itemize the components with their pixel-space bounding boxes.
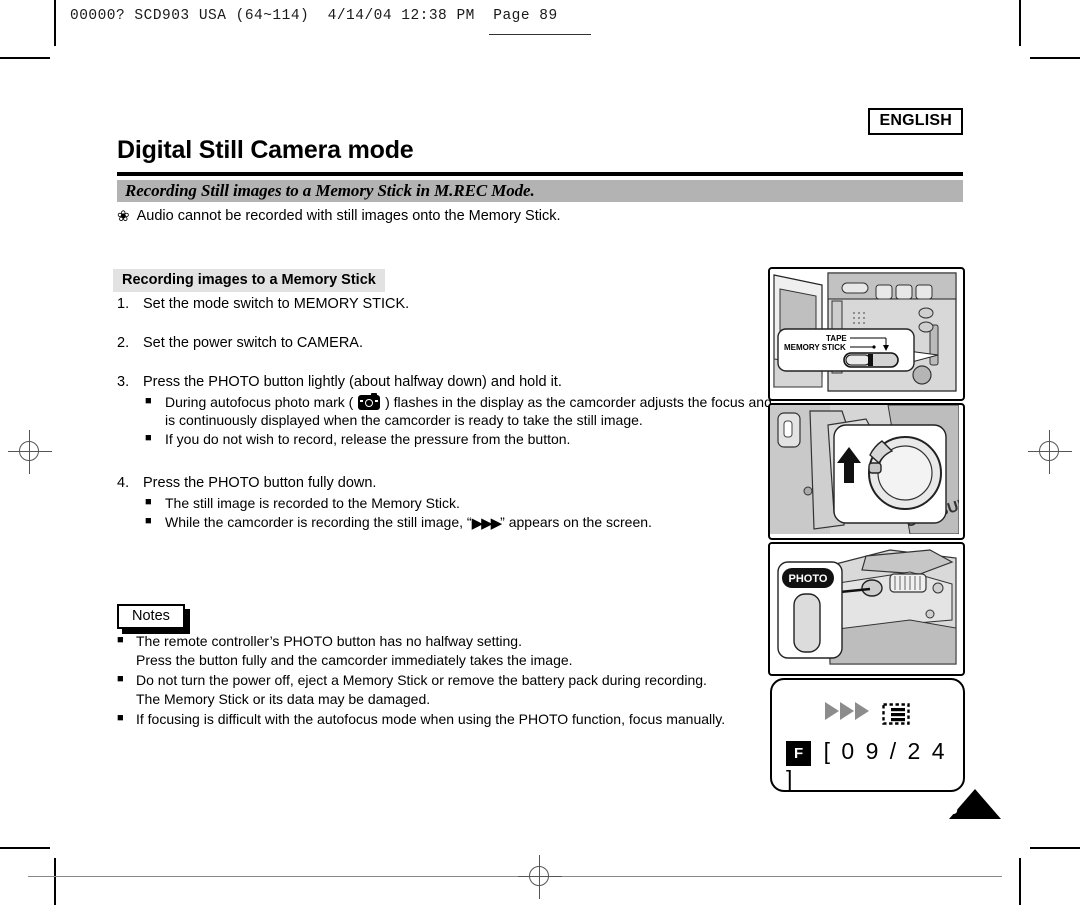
notes-heading: Notes: [117, 604, 190, 634]
play-arrow-icon-3: [854, 702, 869, 720]
procedure-steps: 1. Set the mode switch to MEMORY STICK. …: [117, 296, 777, 534]
list-item: ■ While the camcorder is recording the s…: [145, 513, 777, 534]
step-3-number: 3.: [117, 374, 130, 390]
step-2-text: Set the power switch to CAMERA.: [143, 335, 363, 351]
printed-page: 00000? SCD903 USA (64~114) 4/14/04 12:38…: [0, 0, 1080, 905]
step-4-sub-1: The still image is recorded to the Memor…: [165, 495, 460, 512]
list-item: ■ The remote controller’s PHOTO button h…: [117, 632, 772, 670]
language-badge: ENGLISH: [868, 108, 963, 136]
tape-label: TAPE: [826, 334, 847, 343]
audio-warning: ❀ Audio cannot be recorded with still im…: [117, 208, 561, 224]
photo-mark-icon: [358, 392, 381, 410]
square-bullet-icon: ■: [145, 514, 152, 527]
square-bullet-icon: ■: [145, 431, 152, 444]
step-1: 1. Set the mode switch to MEMORY STICK.: [117, 296, 777, 312]
square-bullet-icon: ■: [145, 496, 152, 509]
audio-warning-text: Audio cannot be recorded with still imag…: [136, 208, 561, 224]
memory-card-icon: [882, 703, 910, 725]
step-2: 2. Set the power switch to CAMERA.: [117, 335, 777, 351]
step-3: 3. Press the PHOTO button lightly (about…: [117, 374, 777, 390]
square-bullet-icon: ■: [117, 711, 124, 724]
mode-switch-figure: TAPE MEMORY STICK: [768, 267, 965, 401]
step-4-number: 4.: [117, 475, 130, 492]
list-item: ■ If you do not wish to record, release …: [145, 430, 777, 448]
notes-list: ■ The remote controller’s PHOTO button h…: [117, 632, 772, 729]
step-1-text: Set the mode switch to MEMORY STICK.: [143, 296, 410, 312]
photo-button-figure: PHOTO: [768, 542, 965, 676]
note-1: The remote controller’s PHOTO button has…: [136, 632, 772, 670]
clover-icon: ❀: [117, 208, 130, 225]
square-bullet-icon: ■: [117, 634, 124, 646]
square-bullet-icon: ■: [145, 395, 152, 407]
list-item: ■ If focusing is difficult with the auto…: [117, 710, 772, 729]
lcd-counter-row: F [ 0 9 / 2 4 ]: [786, 738, 963, 790]
list-item: ■ During autofocus photo mark ( ) flashe…: [145, 392, 777, 430]
step-3-text: Press the PHOTO button lightly (about ha…: [143, 374, 562, 390]
step-1-number: 1.: [117, 296, 130, 312]
lcd-status-row: [772, 702, 963, 725]
fast-forward-icon: ▶▶▶: [471, 514, 503, 532]
recording-text-before: While the camcorder is recording the sti…: [165, 513, 472, 530]
note-1-line-2: Press the button fully and the camcorder…: [136, 651, 573, 668]
quality-badge: F: [786, 741, 812, 766]
note-3: If focusing is difficult with the autofo…: [136, 710, 726, 727]
play-arrow-icon-2: [839, 702, 854, 720]
step-4-text: Press the PHOTO button fully down.: [143, 475, 377, 492]
power-switch-figure: SAMSUNG: [768, 403, 965, 540]
power-switch-illustration: SAMSUNG: [770, 405, 963, 535]
note-2-line-1: Do not turn the power off, eject a Memor…: [136, 671, 707, 688]
title-divider: [117, 172, 963, 176]
step-3-sublist: ■ During autofocus photo mark ( ) flashe…: [117, 392, 777, 448]
step-4-sub-2: While the camcorder is recording the sti…: [165, 513, 777, 534]
step-4-sublist: ■ The still image is recorded to the Mem…: [117, 494, 777, 533]
page-title: Digital Still Camera mode: [117, 136, 414, 164]
page-content: ENGLISH Digital Still Camera mode Record…: [0, 0, 1080, 905]
note-2-line-2: The Memory Stick or its data may be dama…: [136, 690, 431, 707]
page-number: 89: [942, 801, 958, 817]
procedure-chip: Recording images to a Memory Stick: [113, 269, 385, 292]
note-1-line-1: The remote controller’s PHOTO button has…: [136, 633, 522, 649]
step-4: 4. Press the PHOTO button fully down.: [117, 475, 777, 491]
play-arrow-icon-1: [824, 702, 839, 720]
mode-switch-illustration: TAPE MEMORY STICK: [770, 269, 959, 395]
square-bullet-icon: ■: [117, 672, 124, 685]
list-item: ■ Do not turn the power off, eject a Mem…: [117, 671, 772, 709]
list-item: ■ The still image is recorded to the Mem…: [145, 494, 777, 512]
step-3-sub-1: During autofocus photo mark ( ) flashes …: [165, 392, 777, 430]
step-3-sub-2: If you do not wish to record, release th…: [165, 430, 571, 447]
photo-button-label: PHOTO: [789, 573, 828, 585]
notes-chip-label: Notes: [117, 604, 185, 629]
photo-button-illustration: PHOTO: [770, 544, 959, 670]
section-header-title: Recording Still images to a Memory Stick…: [125, 181, 535, 200]
lcd-display-figure: F [ 0 9 / 2 4 ]: [770, 678, 965, 792]
photo-mark-text-before: During autofocus photo mark (: [165, 394, 358, 410]
step-2-number: 2.: [117, 335, 130, 351]
recording-text-after: ” appears on the screen.: [500, 513, 652, 530]
note-2: Do not turn the power off, eject a Memor…: [136, 671, 772, 709]
memory-stick-label: MEMORY STICK: [784, 343, 846, 352]
